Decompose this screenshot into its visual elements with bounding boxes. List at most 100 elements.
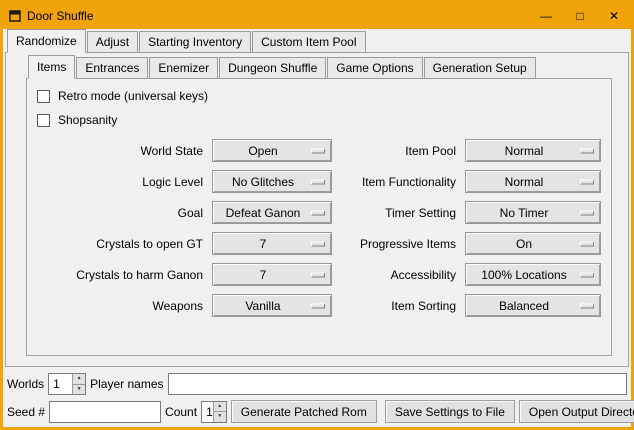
item-functionality-value: Normal (505, 175, 544, 189)
world-state-dropdown[interactable]: Open (212, 139, 332, 162)
item-sorting-dropdown[interactable]: Balanced (465, 294, 601, 317)
dropdown-indicator-icon (580, 303, 594, 308)
crystals-open-gt-dropdown[interactable]: 7 (212, 232, 332, 255)
retro-mode-checkbox[interactable] (37, 90, 50, 103)
seed-label: Seed # (7, 405, 45, 419)
dropdown-indicator-icon (311, 303, 325, 308)
open-output-directory-button[interactable]: Open Output Directory (519, 400, 634, 423)
arrow-up-icon[interactable]: ▲ (73, 374, 85, 385)
window-title: Door Shuffle (27, 9, 94, 23)
maximize-icon[interactable]: □ (563, 3, 597, 29)
seed-input[interactable] (49, 401, 161, 423)
worlds-label: Worlds (7, 377, 44, 391)
count-value[interactable]: 1 (202, 402, 213, 422)
logic-level-dropdown[interactable]: No Glitches (212, 170, 332, 193)
tab-game-options[interactable]: Game Options (327, 57, 422, 79)
dropdown-indicator-icon (311, 272, 325, 277)
arrow-up-icon[interactable]: ▲ (214, 402, 226, 413)
shopsanity-label: Shopsanity (58, 113, 117, 127)
tab-randomize[interactable]: Randomize (7, 29, 86, 53)
tab-enemizer[interactable]: Enemizer (149, 57, 218, 79)
goal-dropdown[interactable]: Defeat Ganon (212, 201, 332, 224)
logic-level-label: Logic Level (37, 175, 205, 189)
retro-mode-label: Retro mode (universal keys) (58, 89, 208, 103)
worlds-stepper[interactable]: 1 ▲ ▼ (48, 373, 86, 395)
tab-starting-inventory[interactable]: Starting Inventory (139, 31, 251, 53)
crystals-harm-ganon-value: 7 (260, 268, 267, 282)
progressive-items-value: On (516, 237, 532, 251)
tab-items[interactable]: Items (28, 55, 75, 79)
shopsanity-checkbox-row[interactable]: Shopsanity (37, 111, 601, 129)
dropdown-indicator-icon (311, 148, 325, 153)
arrow-down-icon[interactable]: ▼ (73, 385, 85, 395)
progressive-items-dropdown[interactable]: On (465, 232, 601, 255)
count-label: Count (165, 405, 197, 419)
dropdown-indicator-icon (580, 210, 594, 215)
item-pool-value: Normal (505, 144, 544, 158)
dropdown-indicator-icon (580, 272, 594, 277)
worlds-value[interactable]: 1 (49, 374, 72, 394)
weapons-value: Vanilla (245, 299, 280, 313)
player-names-label: Player names (90, 377, 163, 391)
door-shuffle-window: Door Shuffle — □ ✕ Randomize Adjust Star… (0, 0, 634, 430)
dropdown-indicator-icon (580, 179, 594, 184)
seed-row: Seed # Count 1 ▲ ▼ Generate Patched Rom … (7, 400, 627, 423)
timer-setting-dropdown[interactable]: No Timer (465, 201, 601, 224)
weapons-label: Weapons (37, 299, 205, 313)
arrow-down-icon[interactable]: ▼ (214, 412, 226, 422)
window-controls: — □ ✕ (529, 3, 631, 29)
timer-setting-label: Timer Setting (339, 206, 458, 220)
client-area: Randomize Adjust Starting Inventory Cust… (3, 29, 631, 427)
accessibility-label: Accessibility (339, 268, 458, 282)
dropdown-indicator-icon (311, 210, 325, 215)
item-sorting-label: Item Sorting (339, 299, 458, 313)
tab-dungeon-shuffle[interactable]: Dungeon Shuffle (219, 57, 326, 79)
world-state-label: World State (37, 144, 205, 158)
item-functionality-dropdown[interactable]: Normal (465, 170, 601, 193)
worlds-stepper-buttons: ▲ ▼ (72, 374, 85, 394)
crystals-harm-ganon-dropdown[interactable]: 7 (212, 263, 332, 286)
world-state-value: Open (248, 144, 277, 158)
worlds-row: Worlds 1 ▲ ▼ Player names (7, 373, 627, 395)
generate-patched-rom-button[interactable]: Generate Patched Rom (231, 400, 377, 423)
item-functionality-label: Item Functionality (339, 175, 458, 189)
randomize-pane: Items Entrances Enemizer Dungeon Shuffle… (5, 52, 629, 367)
retro-mode-checkbox-row[interactable]: Retro mode (universal keys) (37, 87, 601, 105)
app-icon (9, 10, 21, 22)
progressive-items-label: Progressive Items (339, 237, 458, 251)
count-stepper[interactable]: 1 ▲ ▼ (201, 401, 227, 423)
dropdown-indicator-icon (311, 179, 325, 184)
settings-grid: World State Open Item Pool Normal Logic … (37, 139, 601, 317)
goal-value: Defeat Ganon (226, 206, 301, 220)
main-tab-bar: Randomize Adjust Starting Inventory Cust… (5, 31, 629, 53)
tab-custom-item-pool[interactable]: Custom Item Pool (252, 31, 365, 53)
dropdown-indicator-icon (580, 241, 594, 246)
bottom-bar: Worlds 1 ▲ ▼ Player names Seed # Count 1 (5, 373, 629, 425)
accessibility-value: 100% Locations (481, 268, 566, 282)
count-stepper-buttons: ▲ ▼ (213, 402, 226, 422)
dropdown-indicator-icon (311, 241, 325, 246)
player-names-input[interactable] (168, 373, 628, 395)
timer-setting-value: No Timer (500, 206, 549, 220)
weapons-dropdown[interactable]: Vanilla (212, 294, 332, 317)
items-pane: Retro mode (universal keys) Shopsanity W… (26, 78, 612, 356)
item-sorting-value: Balanced (499, 299, 549, 313)
save-settings-button[interactable]: Save Settings to File (385, 400, 515, 423)
accessibility-dropdown[interactable]: 100% Locations (465, 263, 601, 286)
goal-label: Goal (37, 206, 205, 220)
logic-level-value: No Glitches (232, 175, 294, 189)
titlebar[interactable]: Door Shuffle — □ ✕ (3, 3, 631, 29)
crystals-open-gt-value: 7 (260, 237, 267, 251)
item-pool-dropdown[interactable]: Normal (465, 139, 601, 162)
dropdown-indicator-icon (580, 148, 594, 153)
tab-entrances[interactable]: Entrances (76, 57, 148, 79)
crystals-harm-ganon-label: Crystals to harm Ganon (37, 268, 205, 282)
tab-adjust[interactable]: Adjust (87, 31, 138, 53)
sub-tab-bar: Items Entrances Enemizer Dungeon Shuffle… (26, 57, 612, 79)
tab-generation-setup[interactable]: Generation Setup (424, 57, 536, 79)
close-icon[interactable]: ✕ (597, 3, 631, 29)
minimize-icon[interactable]: — (529, 3, 563, 29)
shopsanity-checkbox[interactable] (37, 114, 50, 127)
crystals-open-gt-label: Crystals to open GT (37, 237, 205, 251)
item-pool-label: Item Pool (339, 144, 458, 158)
